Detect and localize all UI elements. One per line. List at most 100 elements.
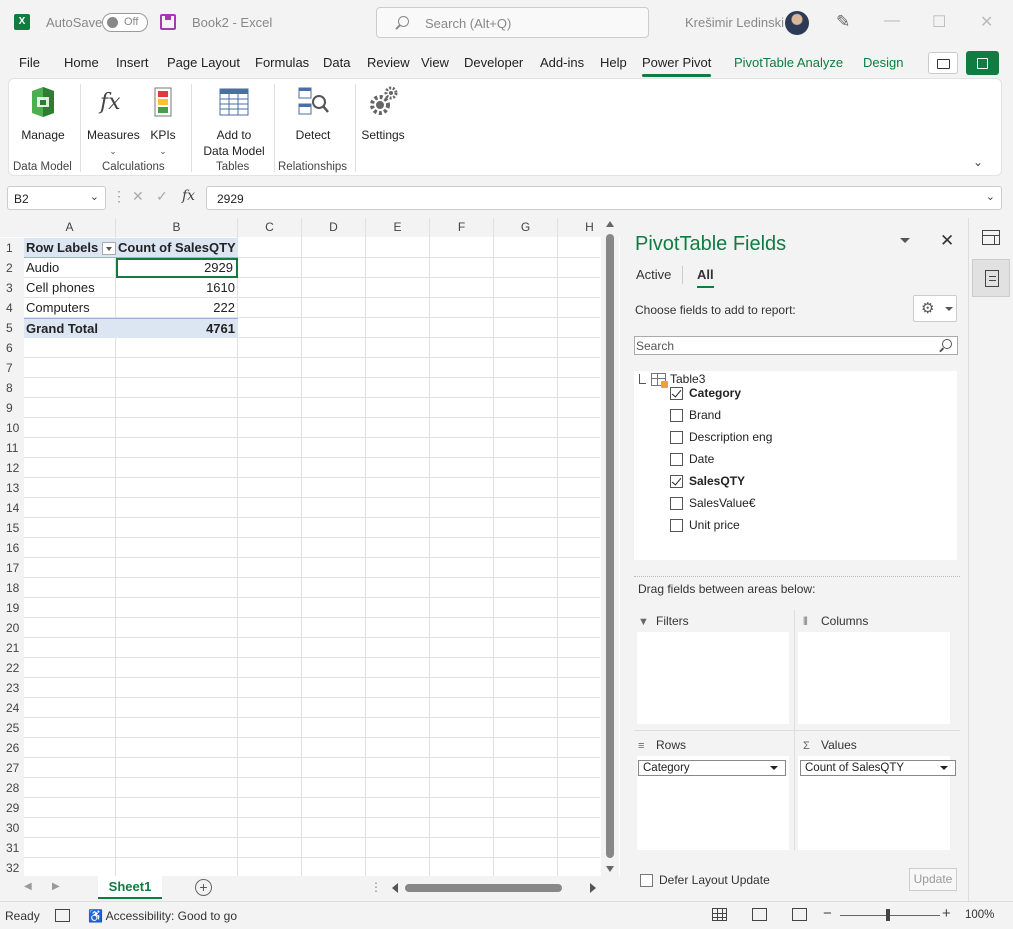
pivot-value-header[interactable]: Count of SalesQTY xyxy=(116,238,238,258)
tab-all[interactable]: All xyxy=(697,267,714,288)
row-header[interactable]: 25 xyxy=(0,718,24,738)
sheet-tab[interactable]: Sheet1 xyxy=(98,876,162,899)
row-header[interactable]: 1 xyxy=(0,238,24,258)
prev-sheet-icon[interactable]: ◀ xyxy=(24,881,32,892)
row-header[interactable]: 4 xyxy=(0,298,24,318)
column-header[interactable]: F xyxy=(430,218,494,237)
field-settings-button[interactable]: ⚙ xyxy=(913,295,957,322)
column-header[interactable]: E xyxy=(366,218,430,237)
pivot-row-label[interactable]: Cell phones xyxy=(24,278,116,298)
cancel-icon[interactable]: ✕ xyxy=(132,188,144,205)
row-header[interactable]: 21 xyxy=(0,638,24,658)
column-header[interactable]: B xyxy=(116,218,238,237)
pane-options-icon[interactable] xyxy=(900,238,910,243)
row-header[interactable]: 31 xyxy=(0,838,24,858)
menu-home[interactable]: Home xyxy=(64,55,99,70)
page-break-view-icon[interactable] xyxy=(792,908,807,921)
formula-input[interactable]: 2929 ⌄ xyxy=(206,186,1002,210)
more-options-icon[interactable]: ⋮ xyxy=(112,188,126,205)
vertical-scrollbar[interactable] xyxy=(601,218,619,876)
row-header[interactable]: 6 xyxy=(0,338,24,358)
close-icon[interactable]: ✕ xyxy=(940,231,954,251)
settings-button[interactable]: Settings xyxy=(360,85,406,143)
column-header[interactable]: A xyxy=(24,218,116,237)
menu-design[interactable]: Design xyxy=(863,55,903,70)
zoom-level[interactable]: 100% xyxy=(965,909,994,921)
add-to-data-model-button[interactable]: Add to Data Model xyxy=(198,85,270,159)
row-header[interactable]: 7 xyxy=(0,358,24,378)
measures-button[interactable]: fx Measures ⌄ xyxy=(87,85,140,159)
values-field-pill[interactable]: Count of SalesQTY xyxy=(800,760,956,776)
row-header[interactable]: 12 xyxy=(0,458,24,478)
menu-file[interactable]: File xyxy=(19,55,40,70)
row-header[interactable]: 5 xyxy=(0,318,24,338)
row-header[interactable]: 19 xyxy=(0,598,24,618)
row-header[interactable]: 22 xyxy=(0,658,24,678)
menu-developer[interactable]: Developer xyxy=(464,55,523,70)
pivot-row-labels-header[interactable]: Row Labels xyxy=(24,238,116,258)
field-checkbox[interactable] xyxy=(670,497,683,510)
rows-drop-area[interactable]: Category xyxy=(637,756,789,850)
scroll-right-icon[interactable] xyxy=(590,883,596,893)
save-icon[interactable] xyxy=(160,14,176,30)
comments-button[interactable] xyxy=(928,52,958,74)
menu-add-ins[interactable]: Add-ins xyxy=(540,55,584,70)
add-sheet-icon[interactable]: + xyxy=(195,879,212,896)
expand-formula-icon[interactable]: ⌄ xyxy=(986,190,995,203)
scroll-down-icon[interactable] xyxy=(606,866,614,872)
pivot-grand-total-value[interactable]: 4761 xyxy=(116,318,238,338)
avatar[interactable] xyxy=(785,11,809,35)
maximize-icon[interactable]: ☐ xyxy=(932,12,946,32)
field-checkbox[interactable] xyxy=(670,475,683,488)
row-header[interactable]: 24 xyxy=(0,698,24,718)
menu-help[interactable]: Help xyxy=(600,55,627,70)
row-header[interactable]: 10 xyxy=(0,418,24,438)
normal-view-icon[interactable] xyxy=(712,908,727,921)
column-header[interactable]: C xyxy=(238,218,302,237)
row-header[interactable]: 30 xyxy=(0,818,24,838)
field-checkbox[interactable] xyxy=(670,431,683,444)
row-header[interactable]: 14 xyxy=(0,498,24,518)
pivot-grand-total-label[interactable]: Grand Total xyxy=(24,318,116,338)
field-checkbox[interactable] xyxy=(670,387,683,400)
menu-pivottable-analyze[interactable]: PivotTable Analyze xyxy=(734,55,843,70)
field-list-button[interactable] xyxy=(972,259,1010,297)
row-header[interactable]: 8 xyxy=(0,378,24,398)
row-header[interactable]: 18 xyxy=(0,578,24,598)
menu-page-layout[interactable]: Page Layout xyxy=(167,55,240,70)
search-box[interactable]: Search (Alt+Q) xyxy=(376,7,649,38)
kpis-button[interactable]: KPIs ⌄ xyxy=(147,85,179,159)
more-options-icon[interactable]: ⋮ xyxy=(370,880,382,894)
collapse-table-icon[interactable] xyxy=(639,374,646,384)
detect-button[interactable]: Detect xyxy=(291,85,335,143)
filters-drop-area[interactable] xyxy=(637,632,789,724)
insert-function-icon[interactable]: fx xyxy=(182,188,195,204)
field-checkbox[interactable] xyxy=(670,453,683,466)
pivot-value-cell[interactable]: 1610 xyxy=(116,278,238,298)
row-header[interactable]: 13 xyxy=(0,478,24,498)
manage-button[interactable]: Manage xyxy=(21,85,65,143)
zoom-in-icon[interactable]: + xyxy=(942,905,951,922)
row-header[interactable]: 16 xyxy=(0,538,24,558)
row-header[interactable]: 2 xyxy=(0,258,24,278)
zoom-thumb[interactable] xyxy=(886,909,890,921)
minimize-icon[interactable]: — xyxy=(884,12,900,30)
row-header[interactable]: 32 xyxy=(0,858,24,876)
row-header[interactable]: 15 xyxy=(0,518,24,538)
collapse-ribbon-icon[interactable]: ⌄ xyxy=(973,155,983,169)
field-checkbox[interactable] xyxy=(670,409,683,422)
field-search-input[interactable]: Search xyxy=(634,336,958,355)
row-header[interactable]: 29 xyxy=(0,798,24,818)
menu-view[interactable]: View xyxy=(421,55,449,70)
menu-data[interactable]: Data xyxy=(323,55,350,70)
next-sheet-icon[interactable]: ▶ xyxy=(52,881,60,892)
column-header[interactable]: G xyxy=(494,218,558,237)
macro-record-icon[interactable] xyxy=(55,909,70,922)
columns-drop-area[interactable] xyxy=(798,632,950,724)
enter-icon[interactable]: ✓ xyxy=(156,188,168,205)
rows-field-pill[interactable]: Category xyxy=(638,760,786,776)
pivot-row-label[interactable]: Computers xyxy=(24,298,116,318)
select-all-corner[interactable] xyxy=(0,218,24,237)
menu-insert[interactable]: Insert xyxy=(116,55,149,70)
menu-formulas[interactable]: Formulas xyxy=(255,55,309,70)
